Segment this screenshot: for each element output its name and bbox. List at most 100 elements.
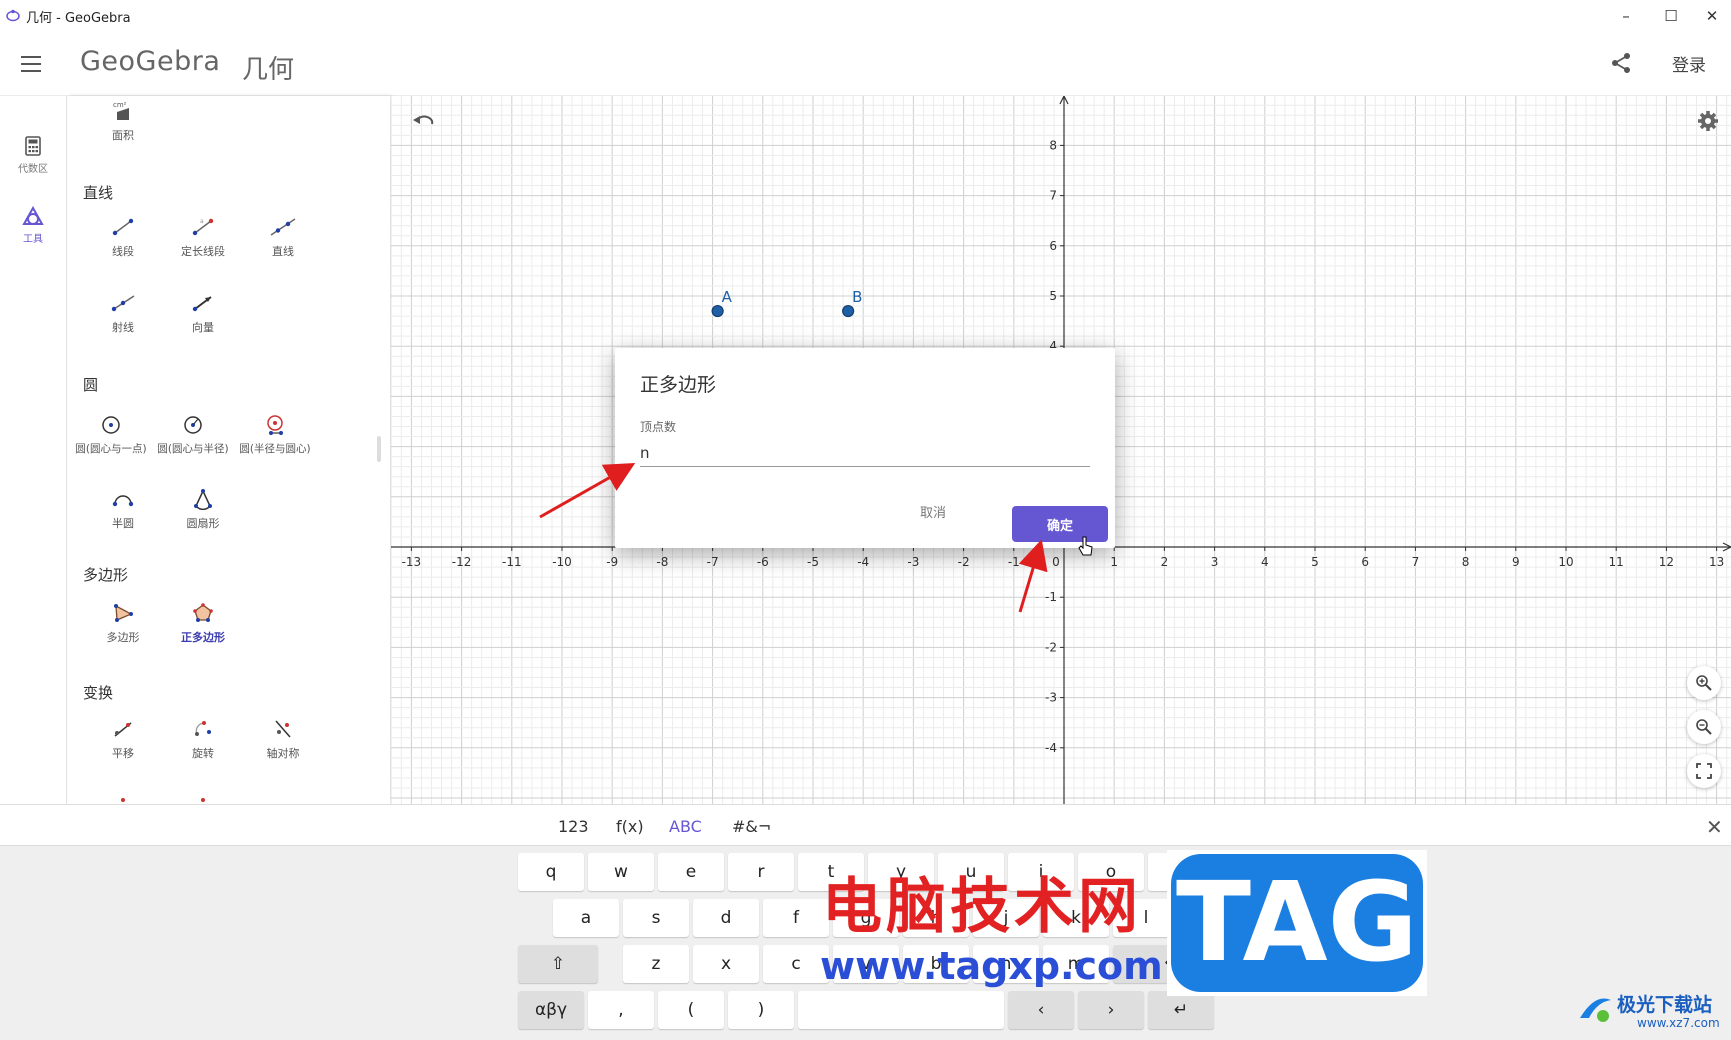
space-key[interactable]	[798, 991, 1004, 1029]
line-icon	[270, 218, 296, 236]
tool-rotate[interactable]: 旋转	[163, 718, 243, 761]
tab-123[interactable]: 123	[558, 817, 589, 836]
tool-label: 直线	[272, 245, 294, 258]
tools-panel: cm² 面积 直线 线段 a 定长线段 直线 射线 向量 圆 圆(圆心与一点) …	[68, 96, 390, 804]
vertices-input[interactable]	[640, 440, 1090, 467]
key-z[interactable]: z	[623, 945, 689, 983]
key-q[interactable]: q	[518, 853, 584, 891]
svg-text:a: a	[200, 218, 204, 225]
polygon-icon	[114, 604, 133, 622]
key-f[interactable]: f	[763, 899, 829, 937]
comma-key[interactable]: ,	[588, 991, 654, 1029]
x-tick-label: 9	[1512, 555, 1520, 569]
semicircle-icon	[112, 495, 134, 507]
open-paren-key[interactable]: (	[658, 991, 724, 1029]
rotate-icon	[195, 721, 211, 736]
rail-algebra[interactable]: 代数区	[0, 136, 66, 175]
tool-more-1[interactable]	[83, 796, 163, 804]
tool-reflect-line[interactable]: 轴对称	[243, 718, 323, 761]
svg-text:cm²: cm²	[113, 101, 127, 109]
x-tick-label: -13	[402, 555, 422, 569]
fixed-segment-icon: a	[192, 218, 214, 236]
y-tick-label: 5	[1049, 289, 1057, 303]
x-tick-label: -6	[757, 555, 769, 569]
tools-scrollbar[interactable]	[377, 436, 381, 462]
rail-tools[interactable]: 工具	[0, 206, 66, 245]
tool-label: 圆(半径与圆心)	[239, 443, 311, 455]
tool-polygon[interactable]: 多边形	[83, 602, 163, 645]
watermark-url: www.tagxp.com	[820, 944, 1163, 988]
tool-circle-center-point[interactable]: 圆(圆心与一点)	[70, 414, 152, 456]
left-arrow-key[interactable]: ‹	[1008, 991, 1074, 1029]
zoom-in-icon	[1696, 675, 1712, 691]
keyboard-close-icon[interactable]: ✕	[1706, 815, 1723, 839]
shift-key[interactable]: ⇧	[518, 945, 598, 983]
tool-compass[interactable]: 圆(半径与圆心)	[234, 414, 316, 456]
vector-icon	[192, 296, 212, 312]
key-e[interactable]: e	[658, 853, 724, 891]
reflect-line-icon	[275, 720, 291, 738]
tool-label: 面积	[112, 129, 134, 142]
key-s[interactable]: s	[623, 899, 689, 937]
tool-fixed-segment[interactable]: a 定长线段	[163, 216, 243, 259]
menu-icon[interactable]	[18, 51, 44, 75]
key-r[interactable]: r	[728, 853, 794, 891]
segment-icon	[112, 218, 134, 236]
share-icon[interactable]	[1608, 50, 1634, 76]
category-title: 多边形	[83, 566, 129, 584]
tab-abc[interactable]: ABC	[669, 817, 702, 836]
y-tick-label: -2	[1045, 640, 1057, 654]
dialog-title: 正多边形	[640, 374, 717, 396]
app-name: 几何	[242, 55, 295, 85]
x-tick-label: 6	[1361, 555, 1369, 569]
maximize-button[interactable]: ☐	[1648, 0, 1694, 31]
key-d[interactable]: d	[693, 899, 759, 937]
tool-area[interactable]: cm² 面积	[83, 100, 163, 143]
tool-sector[interactable]: 圆扇形	[163, 488, 243, 531]
tab-functions[interactable]: f(x)	[616, 817, 644, 836]
zoom-in-button[interactable]	[1687, 666, 1721, 700]
fullscreen-button[interactable]	[1687, 754, 1721, 788]
hand-cursor-icon	[1078, 536, 1093, 556]
vertices-label: 顶点数	[640, 420, 677, 434]
site-logo-cn: 极光下载站	[1617, 994, 1713, 1016]
close-paren-key[interactable]: )	[728, 991, 794, 1029]
tool-translate[interactable]: 平移	[83, 718, 163, 761]
tool-regular-polygon[interactable]: 正多边形	[163, 602, 243, 645]
settings-gear-icon[interactable]	[1697, 110, 1719, 132]
regular-polygon-dialog: 正多边形 顶点数 取消 确定	[615, 348, 1115, 548]
close-window-button[interactable]: ✕	[1693, 0, 1731, 31]
cancel-button[interactable]: 取消	[920, 502, 946, 521]
tool-vector[interactable]: 向量	[163, 292, 243, 335]
right-arrow-key[interactable]: ›	[1078, 991, 1144, 1029]
x-tick-label: -8	[656, 555, 668, 569]
zoom-out-button[interactable]	[1687, 710, 1721, 744]
login-button[interactable]: 登录	[1672, 51, 1706, 76]
sector-icon	[194, 489, 212, 510]
tool-label: 半圆	[112, 517, 134, 530]
x-tick-label: -1	[1008, 555, 1020, 569]
circle-center-point-icon	[102, 416, 120, 434]
x-tick-label: 11	[1609, 555, 1624, 569]
key-x[interactable]: x	[693, 945, 759, 983]
watermark-tag-box: TAG	[1167, 850, 1427, 996]
undo-icon[interactable]	[411, 112, 435, 132]
enter-key[interactable]: ↵	[1148, 991, 1214, 1029]
greek-key[interactable]: αβγ	[518, 991, 584, 1029]
tool-label: 圆(圆心与一点)	[75, 443, 147, 455]
tool-segment[interactable]: 线段	[83, 216, 163, 259]
x-tick-label: -4	[857, 555, 869, 569]
tool-semicircle[interactable]: 半圆	[83, 488, 163, 531]
tool-ray[interactable]: 射线	[83, 292, 163, 335]
tool-circle-center-radius[interactable]: 圆(圆心与半径)	[152, 414, 234, 456]
key-a[interactable]: a	[553, 899, 619, 937]
minimize-button[interactable]: –	[1603, 0, 1649, 31]
x-tick-label: -11	[502, 555, 522, 569]
tool-more-2[interactable]	[163, 796, 243, 804]
y-tick-label: 6	[1049, 239, 1057, 253]
tab-symbols[interactable]: #&¬	[732, 817, 771, 836]
x-tick-label: 12	[1659, 555, 1674, 569]
key-w[interactable]: w	[588, 853, 654, 891]
watermark-cn: 电脑技术网	[822, 872, 1142, 942]
tool-line[interactable]: 直线	[243, 216, 323, 259]
